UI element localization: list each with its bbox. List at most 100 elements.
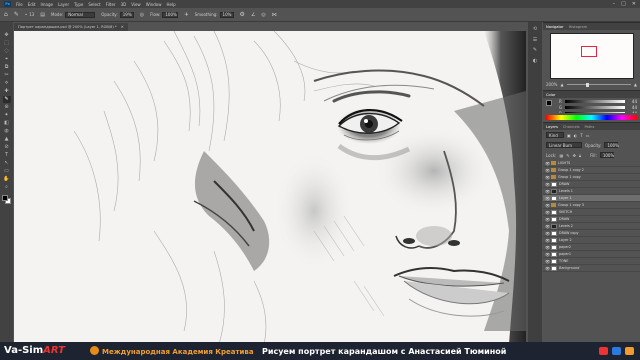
- odnoklassniki-icon[interactable]: [625, 347, 634, 355]
- visibility-eye-icon[interactable]: 👁︎: [545, 189, 550, 194]
- layer-name[interactable]: LIGHTS: [558, 161, 570, 165]
- lock-pixels-icon[interactable]: ▦: [559, 153, 563, 158]
- lock-move-icon[interactable]: ✥: [573, 153, 576, 158]
- maximize-button[interactable]: □: [621, 1, 626, 7]
- navigator-thumbnail[interactable]: [549, 33, 634, 79]
- brushes-icon[interactable]: ✎: [532, 47, 539, 54]
- layer-row[interactable]: 👁︎ Layer 1: [543, 195, 640, 202]
- menu-select[interactable]: Select: [88, 2, 100, 7]
- close-button[interactable]: ✕: [632, 1, 636, 7]
- zoom-slider-knob[interactable]: [585, 82, 589, 87]
- shape-tool-icon[interactable]: ▭: [3, 168, 11, 175]
- layer-name[interactable]: SKETCH: [559, 210, 572, 214]
- visibility-eye-icon[interactable]: 👁︎: [545, 210, 550, 215]
- layer-row[interactable]: 👁︎ DRAW: [543, 216, 640, 223]
- layer-name[interactable]: Layer 1: [559, 196, 572, 200]
- visibility-eye-icon[interactable]: 👁︎: [545, 203, 550, 208]
- visibility-eye-icon[interactable]: 👁︎: [545, 245, 550, 250]
- type-tool-icon[interactable]: T: [3, 152, 11, 159]
- layer-row[interactable]: 👁︎ paper2: [543, 244, 640, 251]
- tab-paths[interactable]: Paths: [585, 125, 595, 129]
- airbrush-icon[interactable]: ✈: [184, 12, 188, 18]
- layer-row[interactable]: 👁︎ LIGHTS: [543, 160, 640, 167]
- color-g-slider[interactable]: [565, 105, 625, 109]
- history-icon[interactable]: ⟲: [532, 26, 539, 33]
- gear-icon[interactable]: ⚙: [240, 11, 245, 18]
- gradient-tool-icon[interactable]: ◍: [3, 128, 11, 135]
- color-g-value[interactable]: 44: [627, 105, 637, 110]
- layer-row[interactable]: 👁︎ Group 1 copy 2: [543, 167, 640, 174]
- layer-name[interactable]: Group 1 copy: [558, 175, 581, 179]
- path-select-tool-icon[interactable]: ↖: [3, 160, 11, 167]
- layer-row[interactable]: 👁︎ DRAW copy: [543, 230, 640, 237]
- quick-select-tool-icon[interactable]: ⌖: [3, 56, 11, 63]
- visibility-eye-icon[interactable]: 👁︎: [545, 238, 550, 243]
- color-r-slider[interactable]: [565, 99, 625, 103]
- menu-type[interactable]: Type: [74, 2, 83, 7]
- document-tab[interactable]: Портрет карандашом.psd @ 200% (Layer 1, …: [14, 23, 128, 31]
- move-tool-icon[interactable]: ✥: [3, 32, 11, 39]
- tab-navigator[interactable]: Navigator: [546, 25, 564, 29]
- visibility-eye-icon[interactable]: 👁︎: [545, 175, 550, 180]
- clone-stamp-tool-icon[interactable]: ⊛: [3, 104, 11, 111]
- visibility-eye-icon[interactable]: 👁︎: [545, 168, 550, 173]
- layer-name[interactable]: TONE: [559, 259, 568, 263]
- vk-icon[interactable]: [612, 347, 621, 355]
- brush-settings-icon[interactable]: ▤: [40, 12, 45, 18]
- menu-help[interactable]: Help: [166, 2, 175, 7]
- layer-row[interactable]: 👁︎ TONE: [543, 258, 640, 265]
- marquee-tool-icon[interactable]: ⬚: [3, 40, 11, 47]
- document-canvas[interactable]: [14, 31, 526, 344]
- filter-pixel-icon[interactable]: ▣: [567, 133, 571, 138]
- visibility-eye-icon[interactable]: 👁︎: [545, 196, 550, 201]
- visibility-eye-icon[interactable]: 👁︎: [545, 259, 550, 264]
- frame-tool-icon[interactable]: ✂: [3, 72, 11, 79]
- color-swatches[interactable]: [1, 195, 12, 205]
- smoothing-input[interactable]: 10%: [219, 11, 234, 18]
- layer-name[interactable]: paper2: [559, 245, 571, 249]
- layer-row[interactable]: 👁︎ Levels 2: [543, 223, 640, 230]
- filter-shape-icon[interactable]: ▭: [586, 133, 590, 138]
- brush-tool-icon[interactable]: ✎: [14, 11, 19, 18]
- home-icon[interactable]: ⌂: [4, 11, 8, 18]
- tab-histogram[interactable]: Histogram: [569, 25, 588, 29]
- menu-file[interactable]: File: [16, 2, 23, 7]
- tab-layers[interactable]: Layers: [546, 125, 558, 129]
- menu-window[interactable]: Window: [146, 2, 162, 7]
- layer-row[interactable]: 👁︎ Group 1 copy 3: [543, 202, 640, 209]
- opacity-input[interactable]: 19%: [119, 11, 134, 18]
- menu-3d[interactable]: 3D: [121, 2, 127, 7]
- layer-name[interactable]: DRAW: [559, 182, 569, 186]
- color-spectrum[interactable]: [546, 115, 637, 120]
- layer-name[interactable]: Group 1 copy 3: [558, 203, 584, 207]
- layer-name[interactable]: Group 1 copy 2: [558, 168, 584, 172]
- lock-paint-icon[interactable]: ✎: [566, 153, 569, 158]
- visibility-eye-icon[interactable]: 👁︎: [545, 231, 550, 236]
- tab-channels[interactable]: Channels: [563, 125, 580, 129]
- zoom-out-icon[interactable]: ▲: [560, 82, 563, 87]
- history-brush-tool-icon[interactable]: ✦: [3, 112, 11, 119]
- filter-type-icon[interactable]: T: [580, 133, 582, 138]
- pressure-opacity-icon[interactable]: ◎: [140, 12, 144, 18]
- visibility-eye-icon[interactable]: 👁︎: [545, 182, 550, 187]
- brush-tool-icon[interactable]: ✎: [2, 96, 11, 103]
- filter-adjust-icon[interactable]: ◐: [574, 133, 578, 138]
- visibility-eye-icon[interactable]: 👁︎: [545, 224, 550, 229]
- visibility-eye-icon[interactable]: 👁︎: [545, 252, 550, 257]
- layer-row[interactable]: 👁︎ DRAW: [543, 181, 640, 188]
- layer-name[interactable]: DRAW copy: [559, 231, 579, 235]
- blur-tool-icon[interactable]: ▲: [3, 136, 11, 143]
- color-r-value[interactable]: 44: [627, 99, 637, 104]
- menu-view[interactable]: View: [131, 2, 141, 7]
- zoom-tool-icon[interactable]: ⌕: [3, 184, 11, 191]
- zoom-in-icon[interactable]: ▲: [634, 82, 637, 87]
- navigator-view-rect[interactable]: [580, 46, 597, 57]
- blend-mode-select[interactable]: Linear Burn: [546, 142, 582, 148]
- adjustments-icon[interactable]: ◐: [532, 58, 539, 65]
- eyedropper-tool-icon[interactable]: ⟡: [3, 80, 11, 87]
- layer-row[interactable]: 👁︎ Layer 2: [543, 237, 640, 244]
- visibility-eye-icon[interactable]: 👁︎: [545, 266, 550, 271]
- menu-image[interactable]: Image: [40, 2, 53, 7]
- layers-opacity-input[interactable]: 100%: [604, 142, 619, 148]
- pressure-size-icon[interactable]: ◎: [261, 12, 265, 18]
